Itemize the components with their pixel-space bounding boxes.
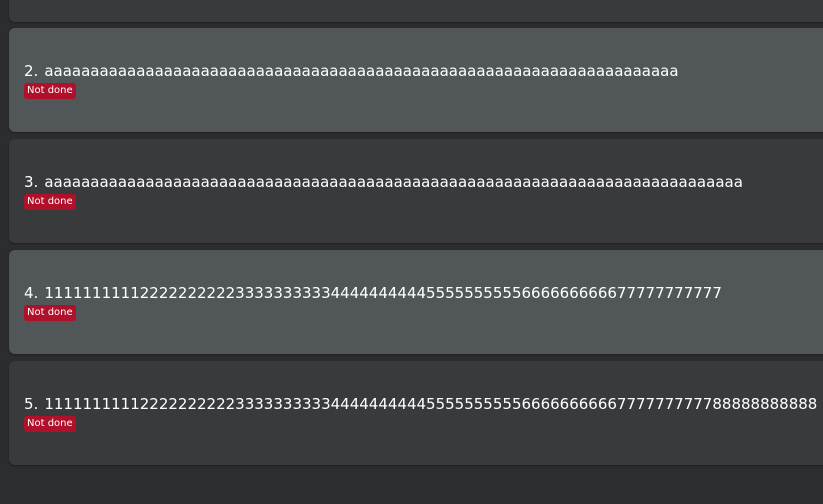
- status-badge: Not done: [24, 305, 76, 321]
- task-list: 2. aaaaaaaaaaaaaaaaaaaaaaaaaaaaaaaaaaaaaa…: [0, 0, 823, 504]
- task-card[interactable]: 5. 11111111112222222222333333333344444444…: [9, 361, 823, 465]
- status-badge: Not done: [24, 194, 76, 210]
- task-title: 3. aaaaaaaaaaaaaaaaaaaaaaaaaaaaaaaaaaaaaa…: [24, 173, 743, 191]
- task-number: 3.: [24, 173, 39, 191]
- task-description: aaaaaaaaaaaaaaaaaaaaaaaaaaaaaaaaaaaaaaaa…: [44, 173, 743, 191]
- task-title: 2. aaaaaaaaaaaaaaaaaaaaaaaaaaaaaaaaaaaaaa…: [24, 62, 679, 80]
- task-description: 1111111111222222222233333333334444444444…: [44, 284, 722, 302]
- task-title: 4. 11111111112222222222333333333344444444…: [24, 284, 722, 302]
- task-card[interactable]: 2. aaaaaaaaaaaaaaaaaaaaaaaaaaaaaaaaaaaaaa…: [9, 28, 823, 132]
- task-number: 4.: [24, 284, 39, 302]
- task-number: 2.: [24, 62, 39, 80]
- task-description: aaaaaaaaaaaaaaaaaaaaaaaaaaaaaaaaaaaaaaaa…: [44, 62, 679, 80]
- task-card[interactable]: 3. aaaaaaaaaaaaaaaaaaaaaaaaaaaaaaaaaaaaaa…: [9, 139, 823, 243]
- status-badge: Not done: [24, 83, 76, 99]
- status-badge: Not done: [24, 416, 76, 432]
- task-number: 5.: [24, 395, 39, 413]
- task-card[interactable]: 4. 11111111112222222222333333333344444444…: [9, 250, 823, 354]
- task-card[interactable]: [9, 0, 823, 22]
- task-description: 1111111111222222222233333333334444444444…: [44, 395, 818, 413]
- task-title: 5. 11111111112222222222333333333344444444…: [24, 395, 817, 413]
